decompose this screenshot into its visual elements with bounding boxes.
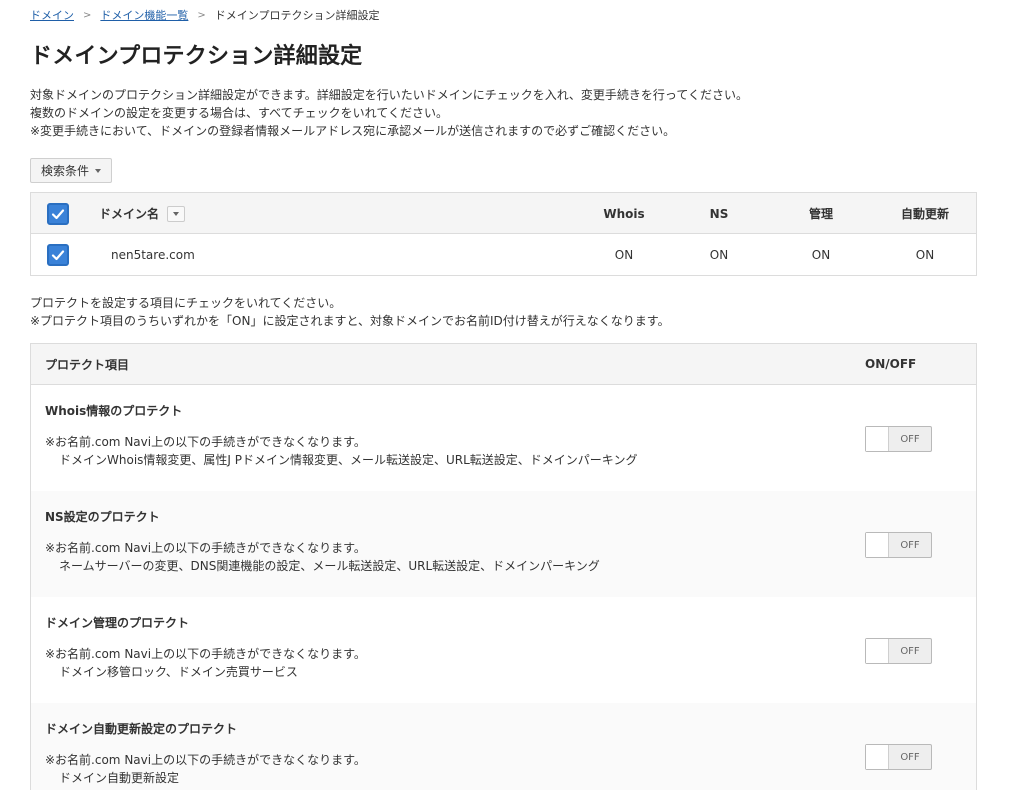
toggle-knob (866, 639, 889, 663)
protect-row-note: ※お名前.com Navi上の以下の手続きができなくなります。 (45, 647, 366, 661)
toggle-knob (866, 533, 889, 557)
select-all-cell (45, 193, 71, 234)
sort-button[interactable] (167, 205, 186, 222)
ns-header: NS (709, 206, 729, 221)
protect-row-note: ※お名前.com Navi上の以下の手続きができなくなります。 (45, 435, 366, 449)
protect-row-desc: ※お名前.com Navi上の以下の手続きができなくなります。 ドメイン自動更新… (45, 751, 366, 787)
protect-note-line: ※プロテクト項目のうちいずれかを「ON」に設定されますと、対象ドメインでお名前I… (30, 314, 670, 328)
protect-row-detail: ネームサーバーの変更、DNS関連機能の設定、メール転送設定、URL転送設定、ドメ… (59, 559, 600, 573)
row-check-cell (45, 234, 71, 275)
whois-value: ON (614, 247, 634, 262)
protect-row-admin: ドメイン管理のプロテクト ※お名前.com Navi上の以下の手続きができなくな… (31, 597, 976, 703)
domain-name: nen5tare.com (111, 247, 195, 262)
table-row: nen5tare.com ON ON ON ON (31, 234, 976, 275)
protect-row-note: ※お名前.com Navi上の以下の手続きができなくなります。 (45, 753, 366, 767)
protect-row-ns: NS設定のプロテクト ※お名前.com Navi上の以下の手続きができなくなりま… (31, 491, 976, 597)
protect-row-desc: ※お名前.com Navi上の以下の手続きができなくなります。 ネームサーバーの… (45, 539, 600, 575)
toggle-knob (866, 745, 889, 769)
admin-value: ON (811, 247, 831, 262)
domain-row-checkbox[interactable] (47, 243, 69, 266)
toggle-label: OFF (900, 433, 920, 445)
intro-line: 対象ドメインのプロテクション詳細設定ができます。詳細設定を行いたいドメインにチェ… (30, 88, 748, 102)
ns-protect-toggle[interactable]: OFF (865, 532, 932, 558)
protect-row-title: NS設定のプロテクト (45, 510, 160, 524)
breadcrumb-link-domain-features[interactable]: ドメイン機能一覧 (100, 7, 188, 23)
protect-row-detail: ドメイン移管ロック、ドメイン売買サービス (59, 665, 298, 679)
whois-header: Whois (603, 206, 645, 221)
whois-protect-toggle[interactable]: OFF (865, 426, 932, 452)
toggle-label: OFF (900, 539, 920, 551)
protect-row-detail: ドメインWhois情報変更、属性J Pドメイン情報変更、メール転送設定、URL転… (59, 453, 638, 467)
toggle-label: OFF (900, 751, 920, 763)
auto-renew-header: 自動更新 (900, 207, 949, 221)
auto-renew-value: ON (915, 247, 935, 262)
admin-header: 管理 (808, 207, 833, 221)
on-off-header: ON/OFF (865, 357, 917, 371)
domain-name-cell: nen5tare.com (99, 234, 195, 275)
protect-table-header: プロテクト項目 ON/OFF (31, 344, 976, 385)
domain-name-header-label: ドメイン名 (99, 207, 160, 221)
check-icon (51, 208, 65, 219)
protect-row-desc: ※お名前.com Navi上の以下の手続きができなくなります。 ドメイン移管ロッ… (45, 645, 366, 681)
domain-table: ドメイン名 Whois NS 管理 自動更新 nen5tare.com ON O… (30, 192, 977, 276)
protect-row-whois: Whois情報のプロテクト ※お名前.com Navi上の以下の手続きができなく… (31, 385, 976, 491)
protect-note-line: プロテクトを設定する項目にチェックをいれてください。 (30, 296, 342, 310)
intro-line: 複数のドメインの設定を変更する場合は、すべてチェックをいれてください。 (30, 106, 448, 120)
select-all-checkbox[interactable] (47, 202, 69, 225)
admin-protect-toggle[interactable]: OFF (865, 638, 932, 664)
search-conditions-button[interactable]: 検索条件 (30, 158, 113, 183)
breadcrumb: ドメイン > ドメイン機能一覧 > ドメインプロテクション詳細設定 (30, 7, 379, 23)
domain-table-header: ドメイン名 Whois NS 管理 自動更新 (31, 193, 976, 234)
breadcrumb-link-domain[interactable]: ドメイン (30, 7, 74, 23)
chevron-right-icon: > (83, 9, 92, 21)
intro-line: ※変更手続きにおいて、ドメインの登録者情報メールアドレス宛に承認メールが送信され… (30, 124, 676, 138)
protect-row-title: ドメイン自動更新設定のプロテクト (45, 722, 238, 736)
protect-row-auto-renew: ドメイン自動更新設定のプロテクト ※お名前.com Navi上の以下の手続きがで… (31, 703, 976, 790)
ns-value: ON (709, 247, 729, 262)
toggle-knob (866, 427, 889, 451)
protect-row-title: ドメイン管理のプロテクト (45, 616, 190, 630)
protect-row-detail: ドメイン自動更新設定 (59, 771, 180, 785)
intro-text: 対象ドメインのプロテクション詳細設定ができます。詳細設定を行いたいドメインにチェ… (30, 86, 748, 140)
search-conditions-label: 検索条件 (41, 164, 90, 178)
caret-down-icon (95, 169, 102, 173)
page-title: ドメインプロテクション詳細設定 (30, 44, 363, 69)
protect-table: プロテクト項目 ON/OFF Whois情報のプロテクト ※お名前.com Na… (30, 343, 977, 790)
toggle-label: OFF (900, 645, 920, 657)
breadcrumb-current: ドメインプロテクション詳細設定 (214, 9, 380, 22)
protect-note: プロテクトを設定する項目にチェックをいれてください。 ※プロテクト項目のうちいず… (30, 294, 670, 330)
caret-down-icon (173, 212, 180, 216)
chevron-right-icon: > (197, 9, 206, 21)
protect-row-desc: ※お名前.com Navi上の以下の手続きができなくなります。 ドメインWhoi… (45, 433, 637, 469)
auto-renew-protect-toggle[interactable]: OFF (865, 744, 932, 770)
protect-row-note: ※お名前.com Navi上の以下の手続きができなくなります。 (45, 541, 366, 555)
check-icon (51, 249, 65, 260)
domain-name-header: ドメイン名 (99, 193, 186, 234)
protect-row-title: Whois情報のプロテクト (45, 404, 183, 418)
protect-item-header: プロテクト項目 (45, 357, 130, 372)
